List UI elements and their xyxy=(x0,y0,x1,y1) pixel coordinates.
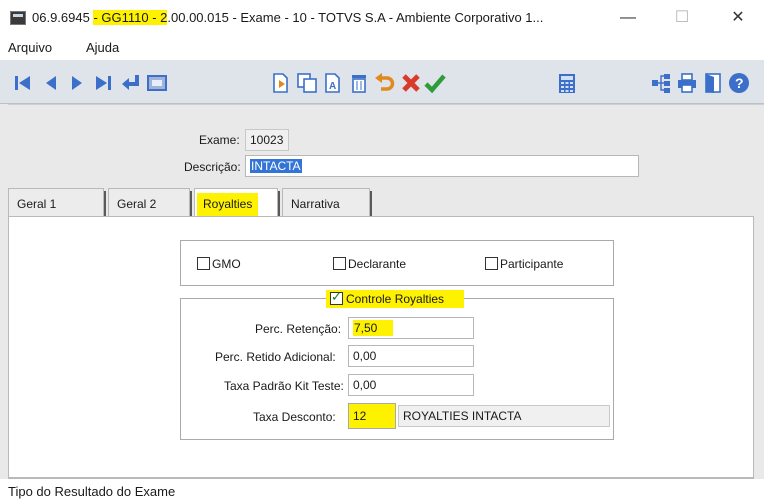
controle-royalties-checkbox[interactable] xyxy=(330,289,343,305)
descricao-input[interactable]: INTACTA xyxy=(245,155,639,177)
header-form: Exame: 10023 Descrição: INTACTA xyxy=(0,104,764,186)
title-bar: 06.9.6945 - GG1110 - 2.00.00.015 - Exame… xyxy=(0,0,764,36)
delete-icon[interactable] xyxy=(348,72,370,94)
exame-label: Exame: xyxy=(199,133,240,147)
window-title: 06.9.6945 - GG1110 - 2.00.00.015 - Exame… xyxy=(32,10,543,25)
status-text: Tipo do Resultado do Exame xyxy=(8,484,176,499)
descricao-selected-text: INTACTA xyxy=(250,159,302,173)
controle-royalties-legend: Controle Royalties xyxy=(326,289,464,308)
type-checkbox-group: GMO Declarante Participante xyxy=(180,240,614,286)
return-icon[interactable] xyxy=(120,72,142,94)
descricao-label: Descrição: xyxy=(184,160,241,174)
minimize-button[interactable]: — xyxy=(608,6,648,30)
title-part-1: 06.9.6945 xyxy=(32,10,94,25)
toolbar: A ? xyxy=(0,60,764,104)
previous-record-icon[interactable] xyxy=(40,72,62,94)
taxa-padrao-kit-teste-label: Taxa Padrão Kit Teste: xyxy=(224,379,344,393)
last-record-icon[interactable] xyxy=(92,72,114,94)
help-icon[interactable]: ? xyxy=(728,72,750,94)
exit-icon[interactable] xyxy=(702,72,724,94)
first-record-icon[interactable] xyxy=(12,72,34,94)
declarante-label: Declarante xyxy=(348,257,407,271)
taxa-desconto-input[interactable]: 12 xyxy=(348,403,396,429)
menu-bar: Arquivo Ajuda xyxy=(0,36,764,60)
taxa-desconto-label: Taxa Desconto: xyxy=(253,410,336,424)
tab-narrativa[interactable]: Narrativa xyxy=(282,188,372,217)
print-icon[interactable] xyxy=(676,72,698,94)
undo-icon[interactable] xyxy=(374,72,396,94)
gmo-checkbox[interactable] xyxy=(197,257,210,270)
participante-label: Participante xyxy=(500,257,564,271)
declarante-checkbox[interactable] xyxy=(333,257,346,270)
next-record-icon[interactable] xyxy=(66,72,88,94)
right-edge xyxy=(754,186,764,479)
confirm-icon[interactable] xyxy=(424,72,446,94)
close-button[interactable]: ✕ xyxy=(718,6,758,30)
maximize-button[interactable]: ☐ xyxy=(662,6,702,30)
status-bar: Tipo do Resultado do Exame xyxy=(0,479,764,501)
title-part-highlight: - GG1110 - 2 xyxy=(93,10,168,25)
copy-icon[interactable] xyxy=(296,72,318,94)
document-export-icon[interactable] xyxy=(270,72,292,94)
perc-retencao-label: Perc. Retenção: xyxy=(255,322,342,336)
calculator-icon[interactable] xyxy=(556,72,578,94)
perc-retido-adicional-input[interactable]: 0,00 xyxy=(348,345,474,367)
svg-text:A: A xyxy=(329,81,336,92)
view-icon[interactable] xyxy=(146,72,168,94)
exame-value: 10023 xyxy=(245,129,289,151)
title-part-3: .00.00.015 - Exame - 10 - TOTVS S.A - Am… xyxy=(167,10,544,25)
left-edge xyxy=(0,104,8,479)
rename-icon[interactable]: A xyxy=(322,72,344,94)
perc-retencao-value: 7,50 xyxy=(353,320,394,336)
perc-retencao-input[interactable]: 7,50 xyxy=(348,317,474,339)
svg-text:?: ? xyxy=(735,75,744,91)
menu-arquivo[interactable]: Arquivo xyxy=(8,40,52,55)
participante-checkbox[interactable] xyxy=(485,257,498,270)
cancel-icon[interactable] xyxy=(400,72,422,94)
app-icon xyxy=(10,11,26,25)
tree-icon[interactable] xyxy=(650,72,672,94)
gmo-label: GMO xyxy=(212,257,241,271)
tab-geral-2[interactable]: Geral 2 xyxy=(108,188,192,217)
taxa-desconto-description: ROYALTIES INTACTA xyxy=(398,405,610,427)
taxa-padrao-kit-teste-input[interactable]: 0,00 xyxy=(348,374,474,396)
tab-geral-1[interactable]: Geral 1 xyxy=(8,188,106,217)
tab-royalties[interactable]: Royalties xyxy=(194,188,280,219)
perc-retido-adicional-label: Perc. Retido Adicional: xyxy=(215,350,336,364)
menu-ajuda[interactable]: Ajuda xyxy=(86,40,119,55)
controle-royalties-label: Controle Royalties xyxy=(346,292,445,306)
